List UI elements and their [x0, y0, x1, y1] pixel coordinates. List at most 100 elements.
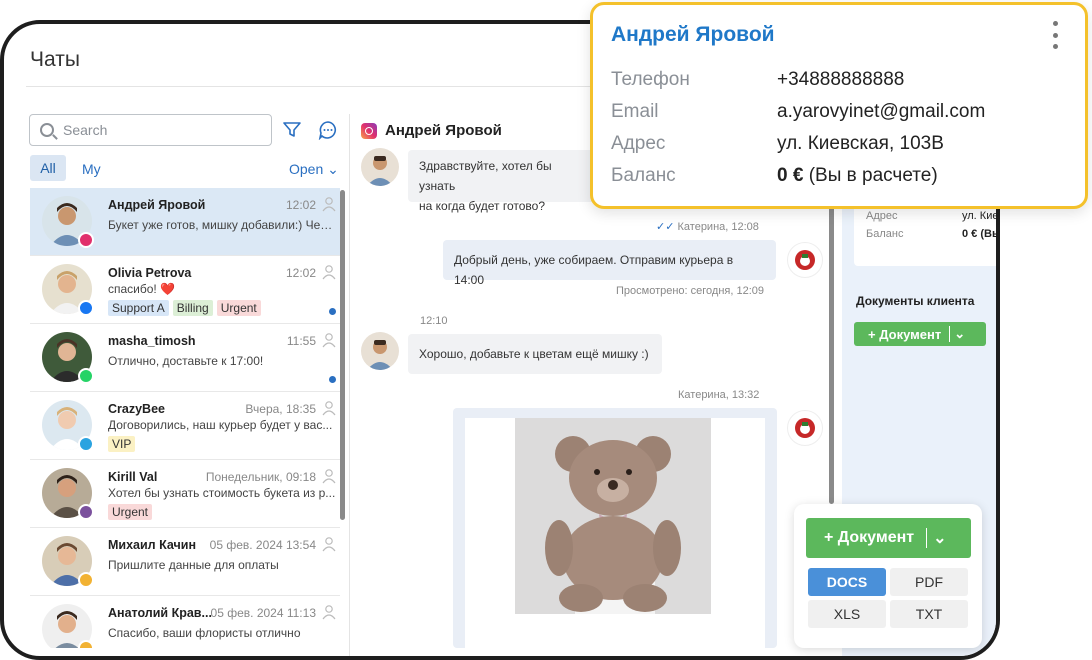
chat-time: Вчера, 18:35: [245, 402, 316, 416]
teddy-bear-image[interactable]: [515, 418, 711, 614]
instagram-icon: [361, 122, 377, 139]
phone-value[interactable]: +34888888888: [777, 69, 904, 91]
chat-tag: Urgent: [108, 504, 153, 520]
assign-user-icon[interactable]: [322, 536, 336, 552]
chat-list-item[interactable]: masha_timosh 11:55 Отлично, доставьте к …: [30, 324, 340, 392]
client-info-card: Адрес ул. Кие Баланс 0 € (Вы: [854, 202, 1000, 266]
chat-last-message: Отлично, доставьте к 17:00!: [108, 354, 264, 368]
address-label: Адрес: [866, 210, 898, 222]
message-sender-time: Катерина, 13:32: [678, 389, 760, 401]
chat-tag: Urgent: [216, 300, 261, 316]
new-chat-icon[interactable]: [318, 120, 338, 140]
message-text: Здравствуйте, хотел бы узнать: [419, 159, 552, 193]
tab-all[interactable]: All: [30, 155, 66, 181]
message-seen-status: Просмотрено: сегодня, 12:09: [616, 285, 765, 297]
chat-time: 05 фев. 2024 13:54: [209, 538, 316, 552]
chat-time: Понедельник, 09:18: [205, 470, 316, 484]
image-frame: [465, 418, 765, 648]
tab-my[interactable]: My: [82, 161, 101, 177]
messenger-channel-icon: [78, 300, 94, 316]
message-text: на когда будет готово?: [419, 199, 546, 213]
chat-contact-name: Андрей Яровой: [108, 198, 206, 212]
instagram-channel-icon: [78, 232, 94, 248]
panel-divider: [349, 114, 350, 656]
conversation-scrollbar[interactable]: [829, 174, 834, 504]
add-document-label: + Документ: [824, 529, 915, 546]
client-documents-title: Документы клиента: [856, 294, 975, 308]
format-xls[interactable]: XLS: [808, 600, 886, 628]
status-dropdown-label: Open: [289, 161, 324, 177]
unread-indicator: [329, 376, 336, 383]
balance-value: 0 € (Вы в расчете): [777, 165, 938, 187]
chat-list-item[interactable]: Kirill Val Понедельник, 09:18 Хотел бы у…: [30, 460, 340, 528]
outgoing-message: Добрый день, уже собираем. Отправим курь…: [443, 240, 776, 287]
chat-time: 12:02: [285, 266, 316, 280]
add-document-button[interactable]: + Документ ⌄: [806, 518, 971, 558]
telegram-channel-icon: [78, 436, 94, 452]
assign-user-icon[interactable]: [322, 196, 336, 212]
chat-contact-name: Kirill Val: [108, 470, 158, 484]
message-meta: ✓✓ Катерина, 12:08: [656, 220, 759, 233]
chat-last-message: Спасибо, ваши флористы отлично: [108, 626, 301, 640]
chevron-down-icon[interactable]: ⌄: [926, 528, 947, 548]
assign-user-icon[interactable]: [322, 332, 336, 348]
format-docs[interactable]: DOCS: [808, 568, 886, 596]
chat-tag: VIP: [108, 436, 136, 452]
format-pdf[interactable]: PDF: [890, 568, 968, 596]
balance-amount: 0 €: [777, 165, 804, 186]
add-document-button-small[interactable]: + Документ ⌄: [854, 322, 986, 346]
email-value[interactable]: a.yarovyinet@gmail.com: [777, 101, 985, 123]
chat-last-message: Букет уже готов, мишку добавили:) Чер...: [108, 218, 336, 232]
status-dropdown[interactable]: Open ⌄: [289, 161, 339, 178]
other-channel-icon: [78, 640, 94, 648]
search-input[interactable]: [63, 122, 253, 138]
balance-label: Баланс: [866, 228, 904, 240]
chat-list-scrollbar[interactable]: [340, 190, 345, 520]
chat-last-message: Договорились, наш курьер будет у вас...: [108, 418, 333, 432]
assign-user-icon[interactable]: [322, 604, 336, 620]
address-value: ул. Киевская, 103B: [777, 133, 944, 154]
more-options-icon[interactable]: [1053, 21, 1059, 49]
balance-value: 0 € (Вы: [962, 228, 1000, 240]
conversation-contact-name: Андрей Яровой: [385, 122, 502, 139]
chat-list-item[interactable]: CrazyBee Вчера, 18:35 Договорились, наш …: [30, 392, 340, 460]
chat-time: 11:55: [286, 334, 316, 348]
format-txt[interactable]: TXT: [890, 600, 968, 628]
page-title: Чаты: [30, 48, 80, 71]
whatsapp-channel-icon: [78, 368, 94, 384]
chat-time: 05 фев. 2024 11:13: [210, 606, 316, 620]
filter-icon[interactable]: [283, 122, 301, 138]
tag-list: VIP: [108, 436, 136, 452]
tag-list: Urgent: [108, 504, 153, 520]
phone-label: Телефон: [611, 69, 690, 90]
assign-user-icon[interactable]: [322, 264, 336, 280]
balance-label: Баланс: [611, 165, 676, 186]
balance-note: (Вы в расчете): [808, 165, 938, 186]
message-time: 12:10: [420, 315, 448, 327]
chevron-down-icon: ⌄: [949, 326, 965, 342]
chat-list-item[interactable]: Olivia Petrova 12:02 спасибо! ❤️ Support…: [30, 256, 340, 324]
chat-list-item[interactable]: Андрей Яровой 12:02 Букет уже готов, миш…: [30, 188, 340, 256]
chat-list: Андрей Яровой 12:02 Букет уже готов, миш…: [30, 188, 340, 648]
viber-channel-icon: [78, 504, 94, 520]
agent-avatar: [787, 410, 823, 446]
chat-last-message: Хотел бы узнать стоимость букета из р...: [108, 486, 336, 500]
message-sender-time: Катерина, 12:08: [677, 221, 759, 233]
assign-user-icon[interactable]: [322, 400, 336, 416]
contact-profile-card: Андрей Яровой Телефон +34888888888 Email…: [590, 2, 1088, 209]
tag-list: Support A Billing Urgent: [108, 300, 261, 316]
chat-tag: Billing: [172, 300, 213, 316]
chat-list-item[interactable]: Анатолий Крав... 05 фев. 2024 11:13 Спас…: [30, 596, 340, 648]
search-box[interactable]: [29, 114, 272, 146]
chat-list-item[interactable]: Михаил Качин 05 фев. 2024 13:54 Пришлите…: [30, 528, 340, 596]
assign-user-icon[interactable]: [322, 468, 336, 484]
address-label: Адрес: [611, 133, 666, 154]
image-message[interactable]: [453, 408, 777, 648]
chat-contact-name: Анатолий Крав...: [108, 606, 212, 620]
chat-contact-name: masha_timosh: [108, 334, 196, 348]
chat-last-message: спасибо! ❤️: [108, 282, 176, 296]
document-popup: + Документ ⌄ DOCS PDF XLS TXT: [794, 504, 982, 648]
add-document-label: + Документ: [868, 326, 942, 342]
chat-time: 12:02: [285, 198, 316, 212]
chat-last-message: Пришлите данные для оплаты: [108, 558, 279, 572]
